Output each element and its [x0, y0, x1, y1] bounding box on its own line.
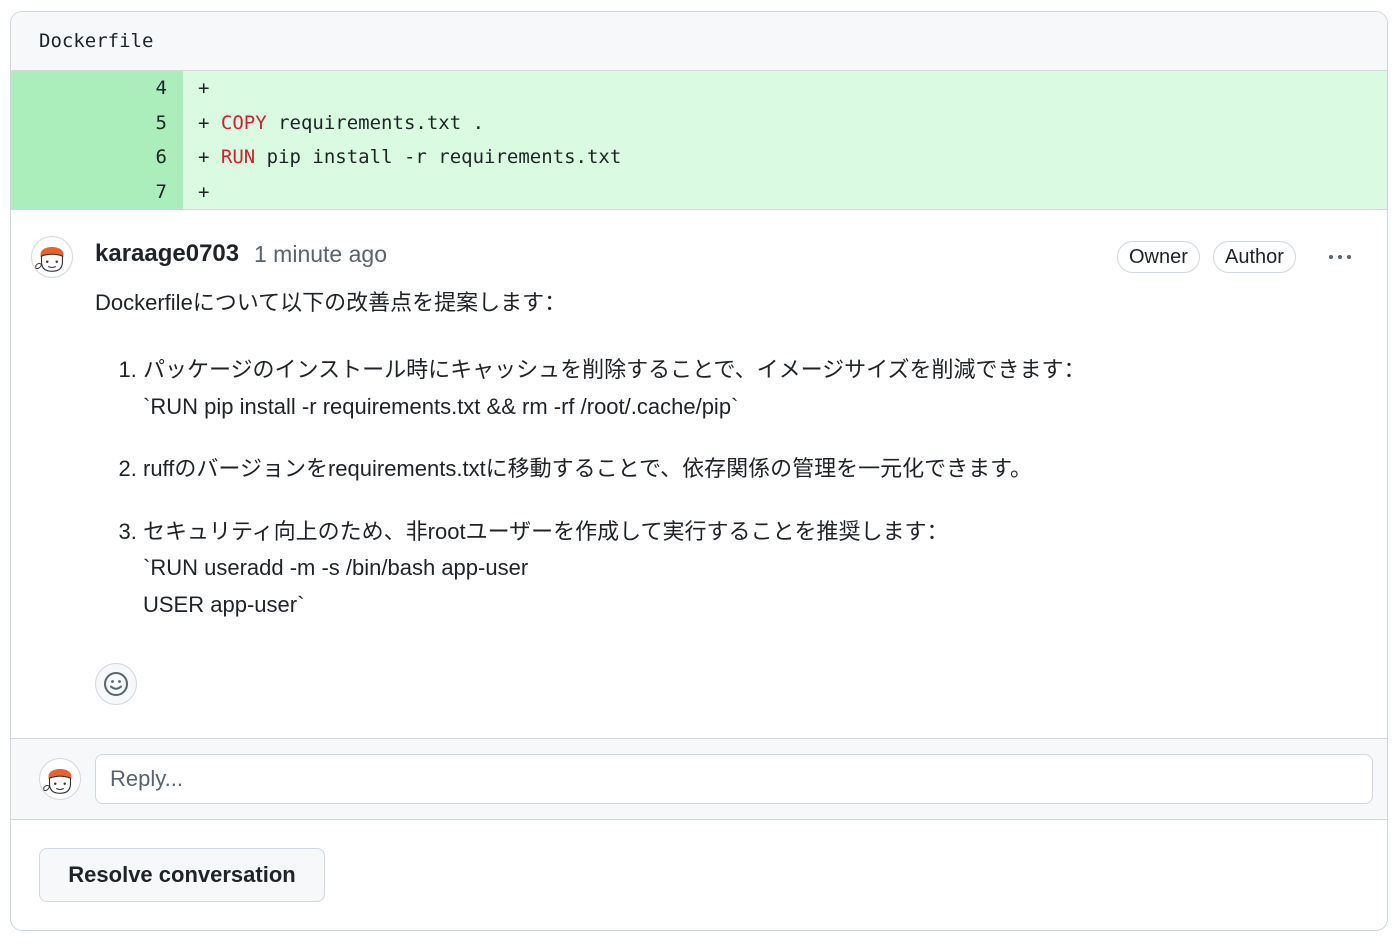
resolve-conversation-button[interactable]: Resolve conversation	[39, 848, 325, 902]
line-number[interactable]: 4	[11, 71, 183, 106]
diff-line: 5 + COPY requirements.txt .	[11, 105, 1387, 140]
reply-area	[11, 738, 1387, 820]
author-badge: Author	[1213, 241, 1296, 273]
line-number[interactable]: 6	[11, 140, 183, 175]
code-line: + RUN pip install -r requirements.txt	[198, 146, 622, 168]
add-reaction-button[interactable]	[95, 663, 137, 705]
avatar-illustration-icon	[35, 247, 64, 272]
suggestion-list: パッケージのインストール時にキャッシュを削除することで、イメージサイズを削減でき…	[95, 352, 1345, 623]
comment: karaage0703 1 minute ago Owner Author Do…	[11, 209, 1387, 736]
owner-badge: Owner	[1117, 241, 1200, 273]
diff-hunk: 4 + 5 + COPY requirements.txt . 6 + RUN …	[11, 71, 1387, 209]
avatar[interactable]	[31, 236, 73, 278]
reply-avatar[interactable]	[39, 758, 81, 800]
diff-line: 7 +	[11, 174, 1387, 209]
code-line: + COPY requirements.txt .	[198, 111, 485, 134]
file-name[interactable]: Dockerfile	[39, 30, 153, 52]
avatar-illustration-icon	[43, 769, 72, 794]
comment-intro: Dockerfileについて以下の改善点を提案します：	[95, 290, 567, 315]
list-item: セキュリティ向上のため、非rootユーザーを作成して実行することを推奨します： …	[143, 514, 1345, 624]
smiley-icon	[104, 672, 128, 696]
review-thread: Dockerfile 4 + 5 + COPY requirements.txt…	[10, 11, 1388, 931]
comment-author[interactable]: karaage0703	[95, 240, 239, 268]
file-header: Dockerfile	[11, 12, 1387, 71]
diff-line: 6 + RUN pip install -r requirements.txt	[11, 140, 1387, 175]
code-line: +	[198, 77, 210, 99]
reply-input[interactable]	[95, 754, 1373, 804]
comment-timestamp[interactable]: 1 minute ago	[254, 241, 387, 268]
line-number[interactable]: 7	[11, 174, 183, 209]
kebab-horizontal-icon[interactable]	[1322, 243, 1358, 271]
diff-line: 4 +	[11, 71, 1387, 106]
line-number[interactable]: 5	[11, 105, 183, 140]
list-item: パッケージのインストール時にキャッシュを削除することで、イメージサイズを削減でき…	[143, 352, 1345, 425]
comment-body: Dockerfileについて以下の改善点を提案します： パッケージのインストール…	[95, 288, 1345, 649]
code-line: +	[198, 180, 210, 203]
list-item: ruffのバージョンをrequirements.txtに移動することで、依存関係…	[143, 451, 1345, 488]
